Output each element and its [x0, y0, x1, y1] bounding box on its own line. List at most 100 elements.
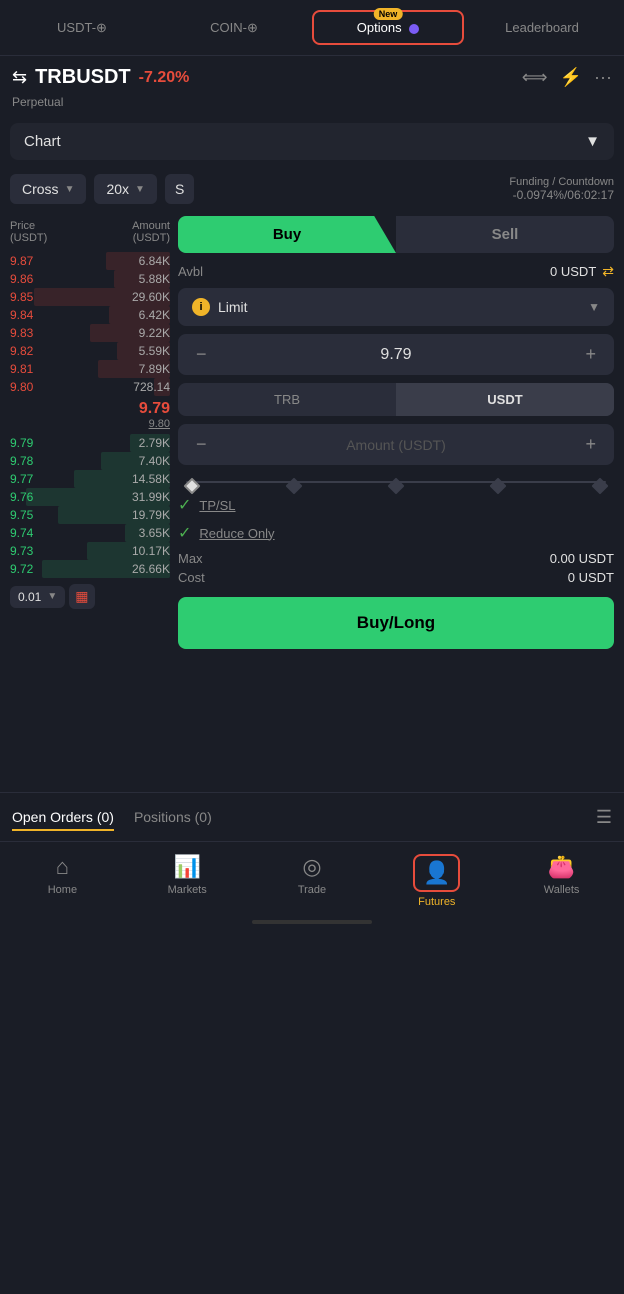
- nav-futures[interactable]: Futures: [374, 850, 499, 912]
- order-type-left: i Limit: [192, 298, 248, 316]
- pair-name[interactable]: TRBUSDT: [35, 66, 131, 89]
- sell-order-row[interactable]: 9.83 9.22K: [10, 324, 170, 342]
- tab-coin-label: COIN-⊕: [210, 20, 258, 35]
- cross-label: Cross: [22, 181, 59, 197]
- tick-size-row: 0.01 ▼ ▦: [10, 584, 170, 609]
- order-book: Price(USDT) Amount(USDT) 9.87 6.84K 9.86…: [10, 216, 170, 788]
- home-icon: [56, 854, 69, 880]
- tab-leaderboard[interactable]: Leaderboard: [468, 12, 616, 43]
- tp-sl-check-icon: ✓: [178, 495, 191, 515]
- chart-toggle-icon[interactable]: ⟺: [522, 67, 548, 88]
- grid-view-btn[interactable]: ▦: [69, 584, 94, 609]
- sell-order-row[interactable]: 9.85 29.60K: [10, 288, 170, 306]
- buy-tab[interactable]: Buy: [178, 216, 396, 253]
- ob-price-header: Price(USDT): [10, 220, 47, 244]
- current-price: 9.79: [10, 400, 170, 418]
- sell-order-row[interactable]: 9.84 6.42K: [10, 306, 170, 324]
- swap-icon[interactable]: ⇆: [12, 67, 27, 88]
- settings-icon[interactable]: ⚡: [560, 67, 582, 88]
- buy-order-row[interactable]: 9.75 19.79K: [10, 506, 170, 524]
- sell-tab[interactable]: Sell: [396, 216, 614, 253]
- price-input[interactable]: 9.79: [380, 346, 411, 364]
- slider-point-50[interactable]: [388, 478, 405, 495]
- tick-size-selector[interactable]: 0.01 ▼: [10, 586, 65, 608]
- slider-point-75[interactable]: [490, 478, 507, 495]
- sell-order-row[interactable]: 9.80 728.14: [10, 378, 170, 396]
- sell-order-row[interactable]: 9.87 6.84K: [10, 252, 170, 270]
- new-badge: New: [374, 8, 403, 20]
- price-minus-btn[interactable]: −: [192, 344, 211, 365]
- nav-wallets-label: Wallets: [544, 884, 580, 896]
- tp-sl-row[interactable]: ✓ TP/SL: [178, 495, 614, 515]
- tp-sl-label: TP/SL: [199, 498, 235, 513]
- buy-sell-tabs: Buy Sell: [178, 216, 614, 253]
- slider-point-100[interactable]: [592, 478, 609, 495]
- buy-order-row[interactable]: 9.78 7.40K: [10, 452, 170, 470]
- tab-options-label: Options: [357, 20, 402, 35]
- sell-order-row[interactable]: 9.82 5.59K: [10, 342, 170, 360]
- chart-label: Chart: [24, 133, 61, 150]
- nav-home[interactable]: Home: [0, 850, 125, 912]
- amount-minus-btn[interactable]: −: [192, 434, 211, 455]
- amount-plus-btn[interactable]: +: [581, 434, 600, 455]
- transfer-icon[interactable]: ⇄: [602, 263, 614, 280]
- order-type-arrow-icon: ▼: [588, 300, 600, 314]
- buy-order-row[interactable]: 9.79 2.79K: [10, 434, 170, 452]
- ob-amount-header: Amount(USDT): [132, 220, 170, 244]
- bottom-nav: Home Markets Trade Futures Wallets: [0, 841, 624, 916]
- price-plus-btn[interactable]: +: [581, 344, 600, 365]
- open-orders-tab[interactable]: Open Orders (0): [12, 805, 114, 829]
- leverage-selector[interactable]: 20x ▼: [94, 174, 156, 204]
- buy-order-row[interactable]: 9.73 10.17K: [10, 542, 170, 560]
- tab-coin[interactable]: COIN-⊕: [160, 12, 308, 44]
- buy-order-row[interactable]: 9.77 14.58K: [10, 470, 170, 488]
- controls-row: Cross ▼ 20x ▼ S Funding / Countdown -0.0…: [0, 166, 624, 212]
- nav-markets-label: Markets: [168, 884, 207, 896]
- reduce-only-row[interactable]: ✓ Reduce Only: [178, 523, 614, 543]
- buy-long-button[interactable]: Buy/Long: [178, 597, 614, 649]
- max-cost-value: 0.00 USDT: [550, 551, 614, 566]
- order-type-selector[interactable]: i Limit ▼: [178, 288, 614, 326]
- futures-icon: [423, 860, 450, 885]
- cross-selector[interactable]: Cross ▼: [10, 174, 86, 204]
- nav-trade[interactable]: Trade: [250, 850, 375, 912]
- tick-arrow-icon: ▼: [47, 591, 57, 602]
- slider-diamonds: [186, 480, 606, 492]
- buy-order-row[interactable]: 9.76 31.99K: [10, 488, 170, 506]
- perpetual-label: Perpetual: [0, 93, 624, 117]
- tab-options[interactable]: New Options: [312, 10, 464, 45]
- positions-tab[interactable]: Positions (0): [134, 805, 212, 829]
- chart-dropdown[interactable]: Chart ▼: [10, 123, 614, 160]
- sell-order-row[interactable]: 9.86 5.88K: [10, 270, 170, 288]
- buy-order-row[interactable]: 9.72 26.66K: [10, 560, 170, 578]
- nav-wallets[interactable]: Wallets: [499, 850, 624, 912]
- nav-trade-label: Trade: [298, 884, 326, 896]
- orders-list-icon[interactable]: ☰: [596, 807, 612, 828]
- amount-input[interactable]: Amount (USDT): [346, 437, 446, 453]
- wallets-icon: [548, 854, 575, 880]
- s-badge[interactable]: S: [165, 174, 194, 204]
- mark-price: 9.80: [10, 418, 170, 430]
- avbl-amount: 0 USDT: [550, 264, 596, 279]
- trb-tab[interactable]: TRB: [178, 383, 396, 416]
- leverage-slider[interactable]: [178, 477, 614, 495]
- cost-value: 0 USDT: [568, 570, 614, 585]
- ob-header: Price(USDT) Amount(USDT): [10, 216, 170, 248]
- order-type-label: Limit: [218, 299, 248, 315]
- sell-order-row[interactable]: 9.81 7.89K: [10, 360, 170, 378]
- trade-icon: [302, 854, 321, 880]
- avbl-label: Avbl: [178, 264, 203, 279]
- slider-point-0[interactable]: [184, 478, 201, 495]
- orders-tabs: Open Orders (0) Positions (0) ☰: [12, 805, 612, 829]
- nav-markets[interactable]: Markets: [125, 850, 250, 912]
- buy-order-row[interactable]: 9.74 3.65K: [10, 524, 170, 542]
- funding-info: Funding / Countdown -0.0974%/06:02:17: [509, 176, 614, 202]
- cost-row: Cost 0 USDT: [178, 570, 614, 585]
- slider-point-25[interactable]: [286, 478, 303, 495]
- cost-label: Cost: [178, 570, 205, 585]
- nav-futures-label: Futures: [418, 896, 455, 908]
- usdt-tab[interactable]: USDT: [396, 383, 614, 416]
- tab-usdt[interactable]: USDT-⊕: [8, 12, 156, 44]
- amount-row: − Amount (USDT) +: [178, 424, 614, 465]
- more-icon[interactable]: ···: [594, 67, 612, 88]
